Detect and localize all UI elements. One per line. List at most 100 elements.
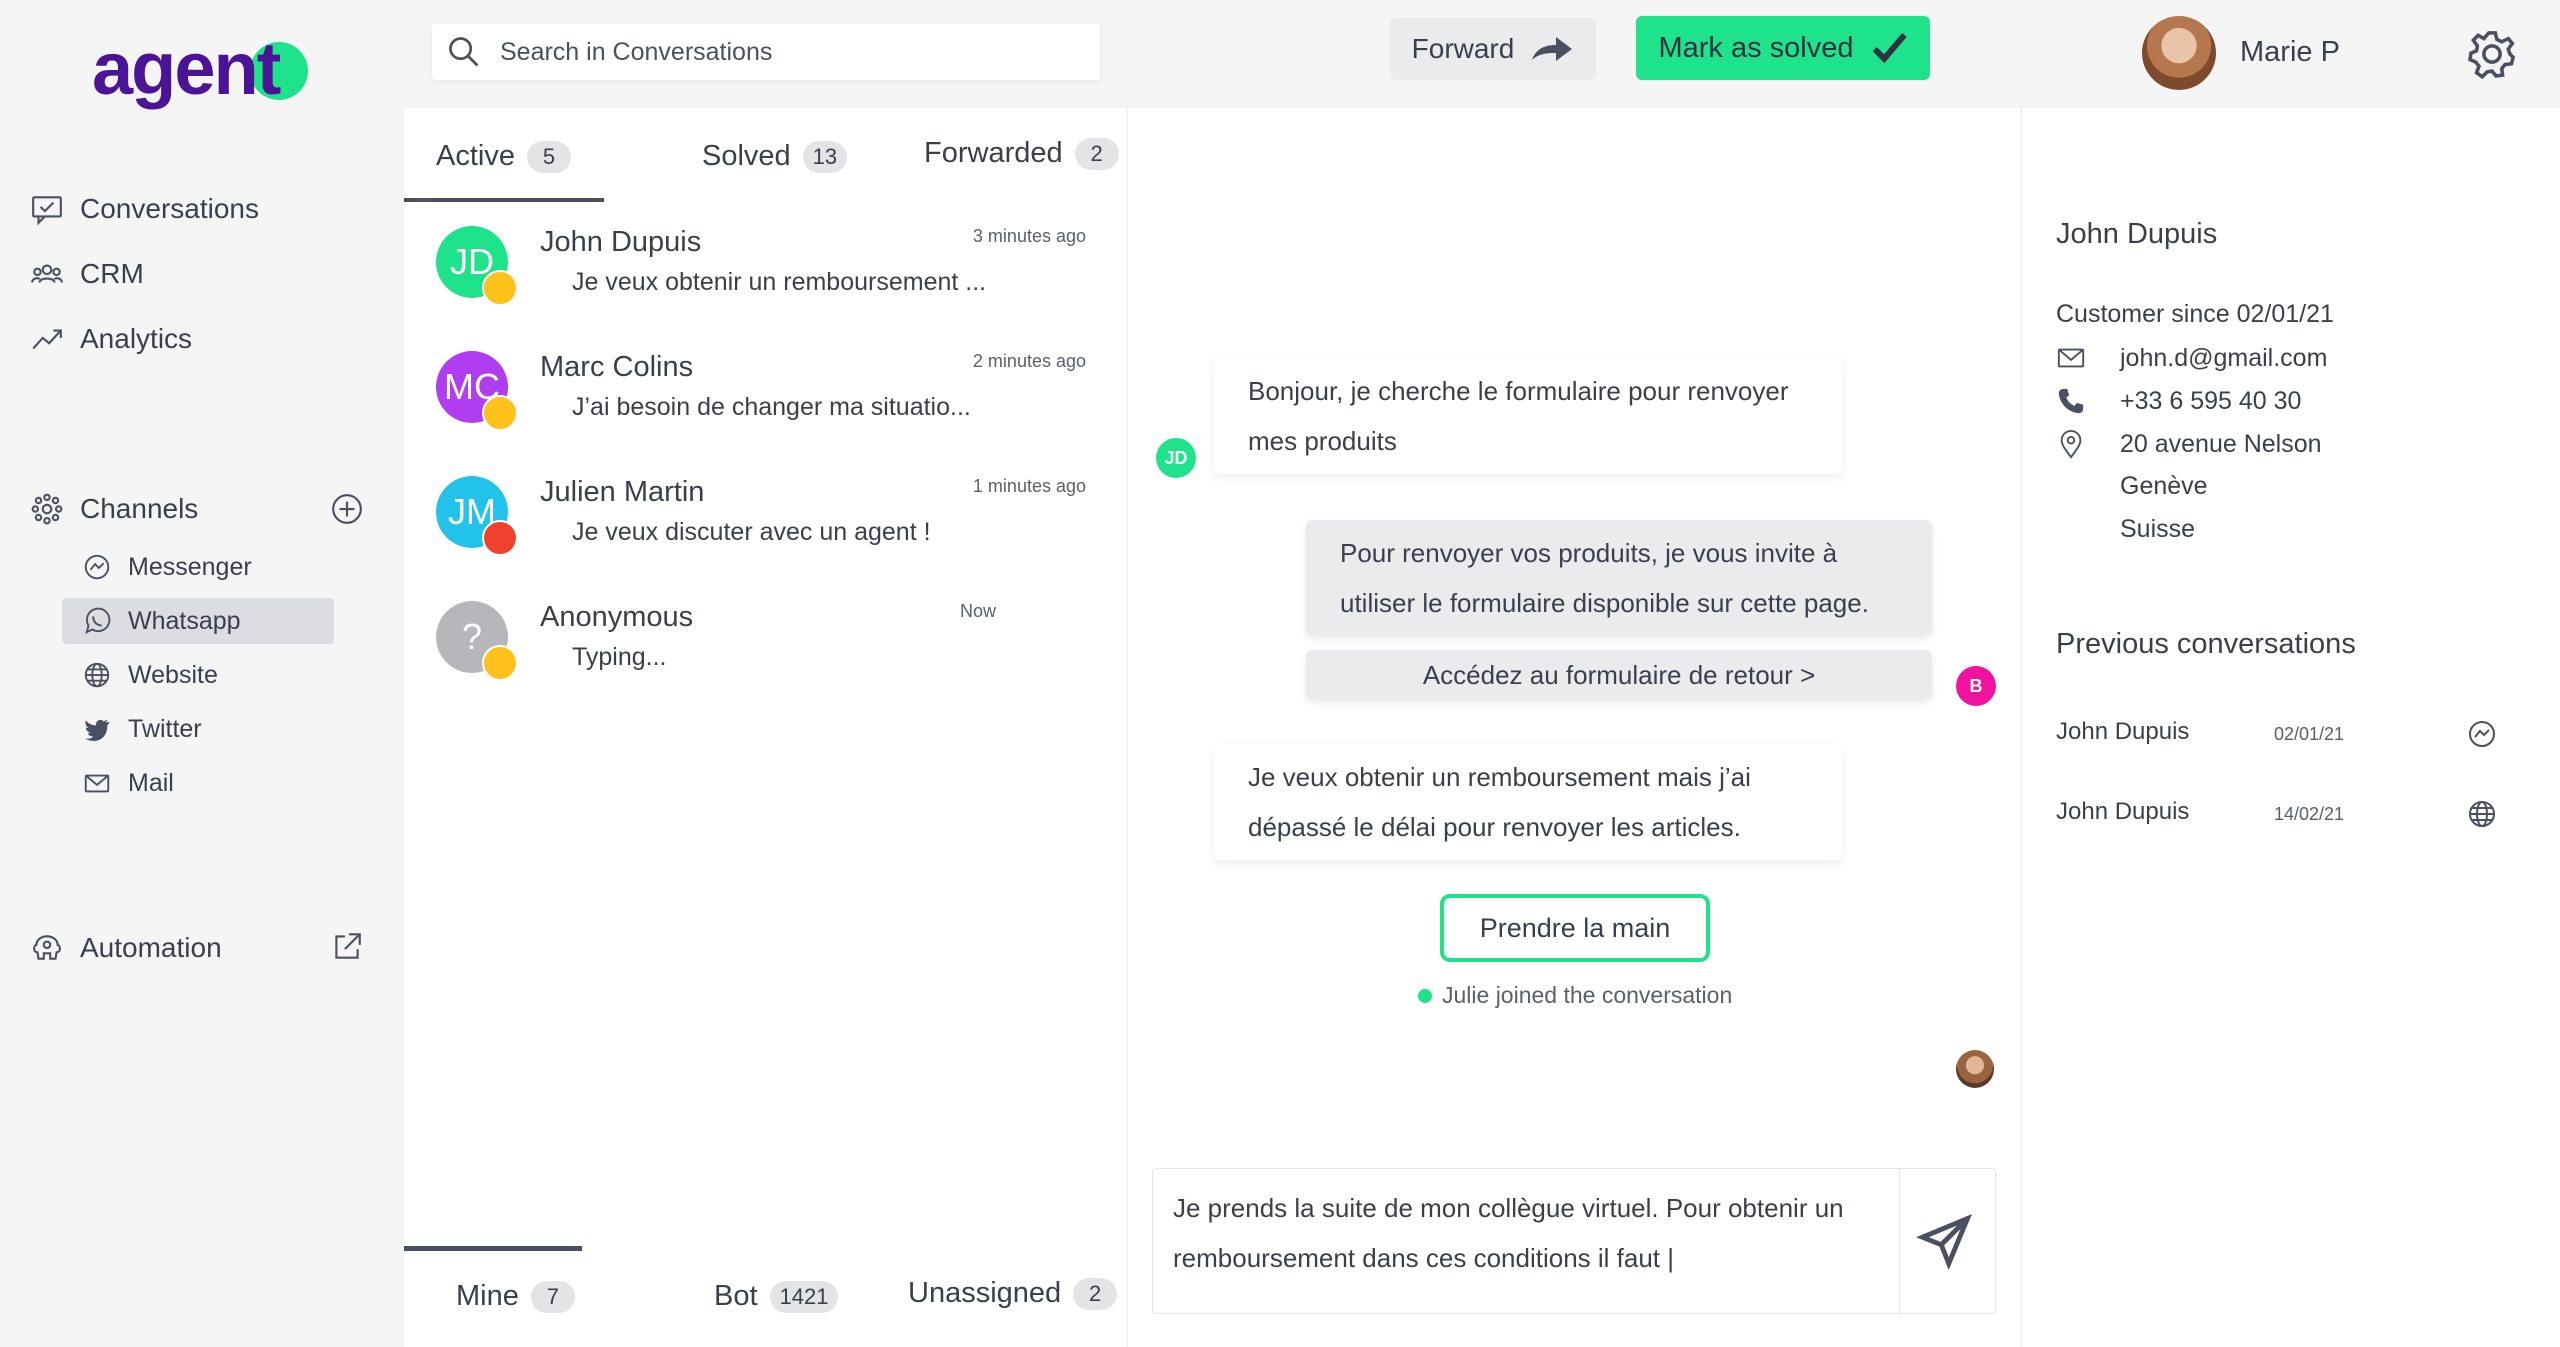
conversation-item[interactable]: MC Marc Colins J’ai besoin de changer ma… xyxy=(436,351,1096,461)
nav-analytics-label: Analytics xyxy=(80,323,193,354)
channels-header: Channels xyxy=(28,484,198,534)
send-button[interactable] xyxy=(1915,1211,1981,1271)
previous-conversation-name: John Dupuis xyxy=(2056,798,2190,825)
forward-icon xyxy=(1532,37,1573,61)
take-over-button[interactable]: Prendre la main xyxy=(1440,894,1710,962)
previous-conversation-date: 02/01/21 xyxy=(2274,724,2345,744)
whatsapp-icon xyxy=(85,607,111,635)
settings-button[interactable] xyxy=(2466,28,2518,80)
open-automation-button[interactable] xyxy=(330,930,364,964)
message-bubble: Je veux obtenir un remboursement mais j’… xyxy=(1214,744,1842,860)
customer-since: Customer since 02/01/21 xyxy=(2056,300,2334,329)
bot-avatar: B xyxy=(1956,666,1996,706)
message-composer: Je prends la suite de mon collègue virtu… xyxy=(1152,1168,1996,1315)
conversation-time: 1 minutes ago xyxy=(972,476,1086,496)
channel-website[interactable]: Website xyxy=(62,652,334,698)
tab-bot[interactable]: Bot 1421 xyxy=(714,1280,839,1313)
channels-icon xyxy=(28,490,66,528)
crm-icon xyxy=(28,255,66,293)
channel-messenger[interactable]: Messenger xyxy=(62,544,334,590)
tab-active[interactable]: Active 5 xyxy=(436,140,571,173)
message-input[interactable]: Je prends la suite de mon collègue virtu… xyxy=(1173,1183,1913,1283)
nav-crm-label: CRM xyxy=(80,258,144,289)
address-line-3: Suisse xyxy=(2120,515,2196,543)
mark-as-solved-button[interactable]: Mark as solved xyxy=(1636,16,1930,80)
automation-icon xyxy=(28,929,66,967)
neutral-emoji-icon xyxy=(482,645,518,681)
user-name[interactable]: Marie P xyxy=(2240,36,2340,69)
nav-analytics[interactable]: Analytics xyxy=(28,314,192,364)
conversation-item[interactable]: JD John Dupuis Je veux obtenir un rembou… xyxy=(436,226,1096,336)
neutral-emoji-icon xyxy=(482,395,518,431)
channel-website-label: Website xyxy=(128,660,218,689)
return-form-link[interactable]: Accédez au formulaire de retour > xyxy=(1306,650,1932,700)
previous-conversation-date: 14/02/21 xyxy=(2274,804,2345,824)
globe-icon xyxy=(84,662,110,688)
agent-avatar xyxy=(1956,1050,1994,1088)
conversation-item[interactable]: JM Julien Martin Je veux discuter avec u… xyxy=(436,476,1096,586)
globe-icon xyxy=(2466,798,2500,832)
chat-area xyxy=(1128,108,2022,1347)
previous-conversation-item[interactable]: John Dupuis 02/01/21 xyxy=(2056,718,2500,758)
previous-conversation-name: John Dupuis xyxy=(2056,718,2190,745)
customer-email: john.d@gmail.com xyxy=(2056,343,2327,373)
channel-mail[interactable]: Mail xyxy=(62,760,334,806)
check-icon xyxy=(1872,33,1907,64)
conversation-name: Anonymous xyxy=(540,601,694,633)
previous-conversation-item[interactable]: John Dupuis 14/02/21 xyxy=(2056,798,2500,838)
conversation-time: Now xyxy=(959,601,996,621)
tab-unassigned-label: Unassigned xyxy=(908,1277,1062,1309)
location-pin-icon xyxy=(2060,429,2082,459)
tab-solved-count: 13 xyxy=(802,140,848,173)
customer-phone-text: +33 6 595 40 30 xyxy=(2120,386,2302,415)
channel-whatsapp[interactable]: Whatsapp xyxy=(62,598,334,644)
conversation-name: John Dupuis xyxy=(540,226,702,258)
nav-automation[interactable]: Automation xyxy=(28,923,222,973)
tab-mine-count: 7 xyxy=(530,1280,575,1313)
channels-label: Channels xyxy=(80,493,199,524)
add-channel-button[interactable] xyxy=(330,492,364,526)
customer-email-text: john.d@gmail.com xyxy=(2120,343,2328,372)
mark-as-solved-label: Mark as solved xyxy=(1658,31,1854,64)
nav-automation-label: Automation xyxy=(80,932,222,963)
nav-crm[interactable]: CRM xyxy=(28,249,144,299)
tab-forwarded-count: 2 xyxy=(1074,137,1119,170)
gear-icon xyxy=(2468,31,2516,80)
customer-phone: +33 6 595 40 30 xyxy=(2056,386,2301,416)
plus-circle-icon xyxy=(332,494,362,524)
conversation-item[interactable]: ? Anonymous Typing... Now xyxy=(436,601,1096,711)
tab-unassigned[interactable]: Unassigned 2 xyxy=(908,1277,1118,1310)
tab-forwarded[interactable]: Forwarded 2 xyxy=(924,137,1119,170)
app-logo[interactable]: agent xyxy=(92,26,281,111)
angry-emoji-icon xyxy=(482,520,518,556)
conversation-preview: J’ai besoin de changer ma situatio... xyxy=(572,393,971,421)
channel-twitter[interactable]: Twitter xyxy=(62,706,334,752)
conversation-name: Marc Colins xyxy=(540,351,694,383)
external-link-icon xyxy=(335,933,361,959)
phone-icon xyxy=(2058,388,2084,414)
search-input[interactable] xyxy=(500,37,1060,67)
customer-avatar: JD xyxy=(1156,438,1196,478)
status-dot xyxy=(1418,988,1432,1003)
tab-mine[interactable]: Mine 7 xyxy=(456,1280,575,1313)
conversation-name: Julien Martin xyxy=(540,476,705,508)
channel-twitter-label: Twitter xyxy=(128,714,202,743)
address-line-2: Genève xyxy=(2120,472,2208,500)
nav-conversations[interactable]: Conversations xyxy=(28,184,259,234)
forward-button[interactable]: Forward xyxy=(1390,18,1596,80)
tab-bot-count: 1421 xyxy=(769,1280,839,1313)
tab-active-label: Active xyxy=(436,140,515,172)
user-avatar[interactable] xyxy=(2142,16,2216,90)
channel-mail-label: Mail xyxy=(128,768,174,797)
tab-solved[interactable]: Solved 13 xyxy=(702,140,848,173)
tab-forwarded-label: Forwarded xyxy=(924,137,1063,169)
tab-bot-label: Bot xyxy=(714,1280,758,1312)
bottom-tab-indicator xyxy=(404,1246,582,1251)
mail-icon xyxy=(2057,348,2085,368)
search-box[interactable] xyxy=(432,24,1100,80)
tab-unassigned-count: 2 xyxy=(1073,1277,1118,1310)
send-icon xyxy=(1916,1213,1973,1270)
message-bubble: Bonjour, je cherche le formulaire pour r… xyxy=(1214,358,1842,474)
channel-messenger-label: Messenger xyxy=(128,552,252,581)
conversation-preview: Je veux discuter avec un agent ! xyxy=(572,518,931,546)
